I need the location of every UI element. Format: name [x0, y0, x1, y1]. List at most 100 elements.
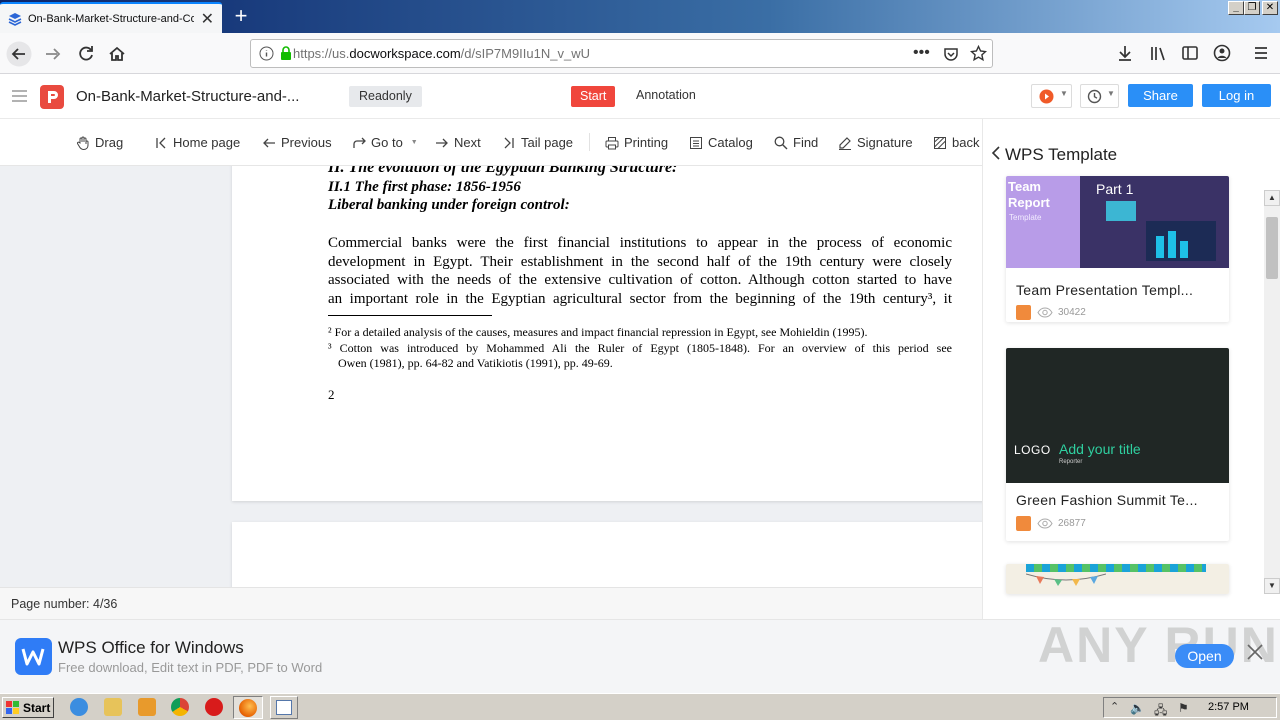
download-icon[interactable]: [1116, 44, 1134, 62]
catalog-button[interactable]: Catalog: [689, 135, 753, 150]
close-icon[interactable]: [1246, 643, 1264, 661]
goto-icon: [352, 136, 366, 150]
browser-nav-bar: https://us.docworkspace.com/d/sIP7M9IIu1…: [0, 33, 1280, 74]
open-button[interactable]: Open: [1175, 644, 1234, 668]
minimize-button[interactable]: _: [1228, 1, 1244, 15]
template-card[interactable]: [1006, 564, 1229, 594]
goto-button[interactable]: Go to ▼: [352, 135, 418, 150]
flag-icon[interactable]: ⚑: [1178, 701, 1189, 715]
speaker-icon[interactable]: 🔈: [1130, 701, 1145, 715]
background-icon: [933, 136, 947, 150]
opera-icon[interactable]: [205, 698, 223, 716]
hand-icon: [76, 136, 90, 150]
document-page: II. The evolution of the Egyptian Bankin…: [232, 166, 982, 501]
pocket-icon[interactable]: [943, 46, 959, 62]
chevron-down-icon: ▼: [1107, 89, 1115, 98]
template-panel: WPS Template Team Report Template Part 1…: [982, 119, 1280, 619]
template-card[interactable]: Team Report Template Part 1 Team Present…: [1006, 176, 1229, 322]
eye-icon: [1037, 518, 1053, 529]
footnote-rule: [328, 315, 492, 316]
history-dropdown[interactable]: ▼: [1080, 84, 1119, 108]
browser-tab-strip: On-Bank-Market-Structure-and-Co ✕ + _ ❐ …: [0, 0, 1280, 33]
hamburger-menu-icon[interactable]: [1252, 44, 1270, 62]
start-tab[interactable]: Start: [571, 86, 616, 107]
media-player-icon[interactable]: [138, 698, 156, 716]
account-icon[interactable]: [1213, 44, 1231, 62]
menu-icon[interactable]: [12, 89, 27, 103]
chrome-icon[interactable]: [171, 698, 189, 716]
download-banner: WPS Office for Windows Free download, Ed…: [0, 617, 1280, 693]
search-icon: [774, 136, 788, 150]
login-button[interactable]: Log in: [1202, 84, 1271, 107]
section-heading: II. The evolution of the Egyptian Bankin…: [328, 166, 678, 176]
library-icon[interactable]: [1149, 44, 1167, 62]
browser-tab[interactable]: On-Bank-Market-Structure-and-Co ✕: [0, 2, 222, 33]
eye-icon: [1037, 307, 1053, 318]
template-card[interactable]: LOGO Add your title Reporter Green Fashi…: [1006, 348, 1229, 541]
start-button[interactable]: Start: [2, 697, 54, 718]
pen-icon: [838, 136, 852, 150]
presentation-icon: [1016, 305, 1031, 320]
footnote-3-line1: ³ Cotton was introduced by Mohammed Ali …: [328, 341, 952, 355]
info-icon[interactable]: [259, 46, 274, 61]
footnote-3-line2: Owen (1981), pp. 64-82 and Vatikiotis (1…: [338, 356, 613, 370]
wps-office-logo-icon: [15, 638, 52, 675]
wps-pdf-logo-icon: [40, 85, 64, 109]
template-name: Team Presentation Templ...: [1016, 282, 1194, 298]
window-close-button[interactable]: ✕: [1262, 1, 1278, 15]
home-icon[interactable]: [104, 41, 130, 67]
home-page-button[interactable]: Home page: [154, 135, 240, 150]
find-button[interactable]: Find: [774, 135, 818, 150]
template-thumbnail: [1006, 564, 1229, 594]
back-arrow-icon[interactable]: [6, 41, 32, 67]
page-actions-icon[interactable]: •••: [913, 44, 930, 62]
printer-icon: [605, 136, 619, 150]
share-button[interactable]: Share: [1128, 84, 1193, 107]
sidebar-toggle-icon[interactable]: [1181, 44, 1199, 62]
scroll-thumb[interactable]: [1266, 217, 1278, 279]
drag-button[interactable]: Drag: [76, 135, 123, 150]
scroll-down-icon[interactable]: ▼: [1264, 578, 1280, 594]
subheading-liberal-banking: Liberal banking under foreign control:: [328, 197, 570, 213]
chevron-down-icon: ▼: [410, 139, 418, 146]
firefox-icon: [239, 699, 257, 717]
document-viewer[interactable]: II. The evolution of the Egyptian Bankin…: [0, 166, 982, 587]
restore-button[interactable]: ❐: [1244, 1, 1260, 15]
subheading-phase: II.1 The first phase: 1856-1956: [328, 179, 521, 195]
page-number-indicator: Page number: 4/36: [11, 597, 118, 611]
ie-icon[interactable]: [70, 698, 88, 716]
clock-icon: [1087, 89, 1102, 104]
app-header: On-Bank-Market-Structure-and-... Readonl…: [0, 75, 1280, 119]
view-count: 30422: [1058, 307, 1086, 318]
template-meta: 26877: [1016, 516, 1086, 531]
new-tab-icon[interactable]: +: [230, 4, 252, 28]
document-page-next: [232, 522, 982, 587]
chevron-up-icon[interactable]: ⌃: [1110, 700, 1119, 713]
forward-arrow-icon[interactable]: [40, 41, 66, 67]
previous-button[interactable]: Previous: [262, 135, 332, 150]
network-icon[interactable]: 🖧: [1154, 701, 1167, 720]
tab-close-icon[interactable]: ✕: [201, 9, 214, 29]
firefox-task-button[interactable]: [233, 696, 263, 719]
signature-button[interactable]: Signature: [838, 135, 913, 150]
next-button[interactable]: Next: [435, 135, 481, 150]
bookmark-star-icon[interactable]: [970, 45, 987, 62]
anyrun-watermark: ANY RUN: [1038, 617, 1279, 673]
tail-page-button[interactable]: Tail page: [502, 135, 573, 150]
chevron-left-icon[interactable]: [991, 145, 1001, 161]
folder-icon[interactable]: [104, 698, 122, 716]
record-dropdown[interactable]: ▼: [1031, 84, 1072, 108]
annotation-tab[interactable]: Annotation: [636, 88, 696, 102]
scroll-up-icon[interactable]: ▲: [1264, 190, 1280, 206]
presentation-icon: [1016, 516, 1031, 531]
template-meta: 30422: [1016, 305, 1086, 320]
app-task-button[interactable]: [270, 696, 298, 719]
windows-logo-icon: [6, 701, 20, 714]
reload-icon[interactable]: [73, 41, 99, 67]
background-button[interactable]: back: [933, 135, 979, 150]
catalog-icon: [689, 136, 703, 150]
lock-icon: [280, 46, 292, 61]
url-bar[interactable]: https://us.docworkspace.com/d/sIP7M9IIu1…: [250, 39, 993, 68]
panel-scrollbar[interactable]: ▲ ▼: [1264, 190, 1280, 594]
printing-button[interactable]: Printing: [605, 135, 668, 150]
